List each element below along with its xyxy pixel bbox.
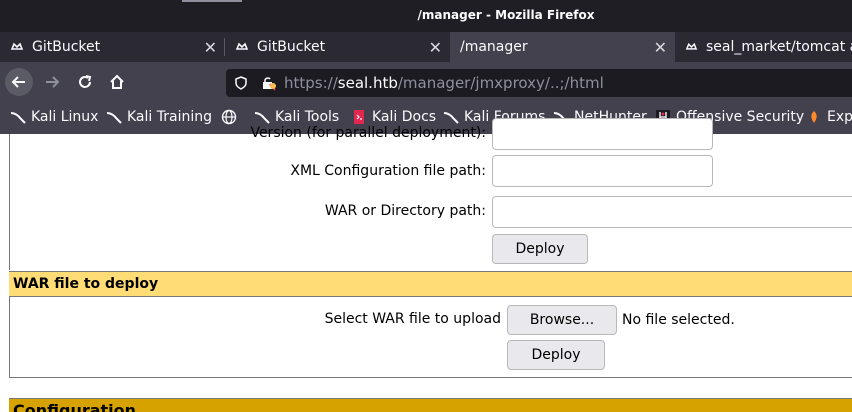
- url-text[interactable]: https://seal.htb/manager/jmxproxy/..;/ht…: [284, 74, 604, 92]
- war-dir-label: WAR or Directory path:: [324, 203, 486, 219]
- bookmark-label: Kali Tools: [275, 109, 340, 125]
- arrow-left-icon: [11, 76, 25, 88]
- url-scheme: https://: [284, 74, 338, 92]
- gitbucket-icon: [685, 42, 698, 50]
- tab-label: /manager: [460, 39, 528, 55]
- select-war-label: Select WAR file to upload: [324, 311, 501, 327]
- arrow-right-icon: [46, 76, 60, 88]
- tab-label: GitBucket: [32, 39, 101, 55]
- table-border-bottom: [9, 377, 852, 378]
- tab-label: GitBucket: [257, 39, 326, 55]
- insecure-lock-icon[interactable]: [260, 75, 276, 91]
- navigation-toolbar: https://seal.htb/manager/jmxproxy/..;/ht…: [0, 62, 852, 102]
- gitbucket-icon: [10, 42, 24, 50]
- bookmark-kali-tools[interactable]: Kali Tools: [254, 109, 339, 125]
- home-icon: [110, 74, 124, 89]
- address-bar[interactable]: https://seal.htb/manager/jmxproxy/..;/ht…: [226, 69, 852, 97]
- bookmark-kali-linux[interactable]: Kali Linux: [10, 109, 98, 125]
- title-bar: /manager - Mozilla Firefox: [0, 0, 852, 32]
- xml-config-label: XML Configuration file path:: [290, 163, 486, 179]
- bookmark-label: Kali Linux: [31, 109, 99, 125]
- home-button[interactable]: [103, 68, 131, 96]
- table-border-left: [9, 297, 10, 378]
- table-border-left: [9, 134, 10, 270]
- xml-config-input[interactable]: [492, 155, 713, 187]
- kali-docs-icon: [354, 110, 364, 124]
- close-icon[interactable]: ✕: [654, 38, 667, 57]
- deploy-war-button[interactable]: Deploy: [507, 340, 605, 370]
- tab-gitbucket-2[interactable]: GitBucket ✕: [225, 32, 450, 62]
- window-title: /manager - Mozilla Firefox: [417, 8, 595, 22]
- exploit-db-icon: [811, 111, 817, 123]
- title-bar-indicator: [182, 0, 242, 2]
- kali-dragon-icon: [443, 112, 459, 124]
- tab-seal-market[interactable]: seal_market/tomcat at: [675, 32, 852, 62]
- kali-dragon-icon: [106, 112, 122, 124]
- gitbucket-icon: [235, 42, 249, 50]
- close-icon[interactable]: ✕: [429, 38, 442, 57]
- no-file-status: No file selected.: [622, 312, 735, 328]
- version-label: Version (for parallel deployment):: [250, 125, 486, 141]
- version-input[interactable]: [492, 118, 713, 150]
- bookmark-kali-docs[interactable]: Kali Docs: [351, 109, 436, 125]
- page-content: Version (for parallel deployment): XML C…: [0, 118, 852, 412]
- browse-button[interactable]: Browse...: [507, 305, 617, 335]
- war-dir-input[interactable]: [492, 196, 852, 228]
- tab-label: seal_market/tomcat at: [705, 39, 852, 55]
- tab-strip: GitBucket ✕ GitBucket ✕ /manager ✕ seal_…: [0, 32, 852, 62]
- deploy-button[interactable]: Deploy: [492, 234, 588, 264]
- bookmark-label: Exp: [827, 109, 852, 125]
- forward-button[interactable]: [38, 68, 66, 96]
- url-path: /manager/jmxproxy/..;/html: [397, 74, 604, 92]
- close-icon[interactable]: ✕: [204, 38, 217, 57]
- url-host: seal.htb: [337, 74, 398, 92]
- war-file-section-header: WAR file to deploy: [9, 271, 852, 297]
- bookmark-label: Kali Docs: [372, 109, 437, 125]
- bookmark-kali-training[interactable]: Kali Training: [106, 109, 212, 125]
- back-button[interactable]: [5, 68, 33, 96]
- bookmark-label: Kali Training: [127, 109, 212, 125]
- globe-icon: [221, 109, 237, 125]
- bookmark-exploit-db[interactable]: Exp: [806, 109, 852, 125]
- tab-manager[interactable]: /manager ✕: [450, 32, 675, 62]
- kali-dragon-icon: [10, 112, 26, 124]
- tab-gitbucket-1[interactable]: GitBucket ✕: [0, 32, 225, 62]
- browser-chrome: /manager - Mozilla Firefox GitBucket ✕ G…: [0, 0, 852, 134]
- reload-button[interactable]: [71, 68, 99, 96]
- kali-dragon-icon: [254, 112, 270, 124]
- bookmark-globe[interactable]: [221, 109, 242, 125]
- reload-icon: [79, 75, 92, 88]
- shield-icon[interactable]: [234, 76, 248, 90]
